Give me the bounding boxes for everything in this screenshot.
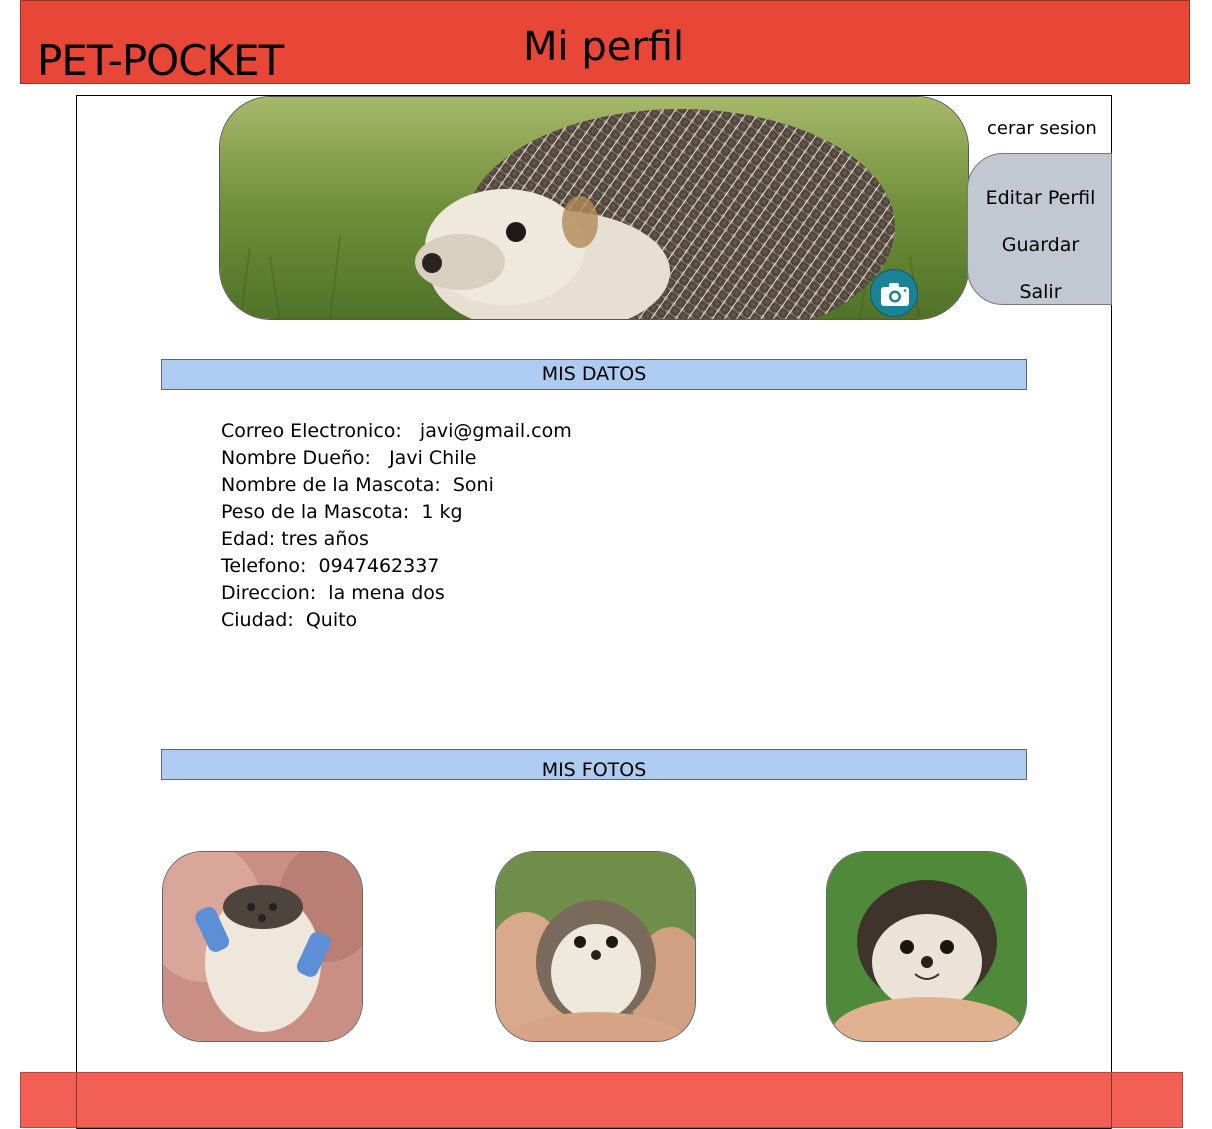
exit-button[interactable]: Salir: [968, 281, 1113, 303]
hedgehog-photo-3: [827, 852, 1026, 1041]
camera-icon: [881, 283, 909, 306]
profile-details-list: Correo Electronico: javi@gmail.com Nombr…: [221, 418, 572, 634]
profile-actions-menu: Editar Perfil Guardar Salir: [967, 153, 1112, 305]
detail-pet-weight: Peso de la Mascota: 1 kg: [221, 501, 463, 523]
profile-panel: cerar sesion Editar Perfil Guardar Salir…: [76, 95, 1112, 1129]
hedgehog-photo-2: [496, 852, 695, 1041]
pet-photo-3[interactable]: [826, 851, 1027, 1042]
page-title: Mi perfil: [523, 24, 685, 70]
my-data-section-header: MIS DATOS: [161, 359, 1027, 390]
change-photo-button[interactable]: [870, 269, 918, 317]
hedgehog-banner-image: [220, 97, 968, 319]
app-header: PET-POCKET Mi perfil: [20, 0, 1190, 85]
detail-pet-name: Nombre de la Mascota: Soni: [221, 474, 494, 496]
save-button[interactable]: Guardar: [968, 234, 1113, 256]
pet-photo-2[interactable]: [495, 851, 696, 1042]
detail-phone: Telefono: 0947462337: [221, 555, 440, 577]
my-photos-section-header: MIS FOTOS: [161, 749, 1027, 780]
hedgehog-photo-1: [163, 852, 362, 1041]
app-footer: [20, 1072, 1183, 1129]
footer-divider-left: [76, 1073, 77, 1129]
detail-owner-name: Nombre Dueño: Javi Chile: [221, 447, 477, 469]
edit-profile-button[interactable]: Editar Perfil: [968, 187, 1113, 209]
footer-divider-right: [1111, 1073, 1112, 1129]
detail-city: Ciudad: Quito: [221, 609, 358, 631]
brand-logo-text: PET-POCKET: [37, 36, 284, 85]
detail-age: Edad: tres años: [221, 528, 369, 550]
detail-email: Correo Electronico: javi@gmail.com: [221, 420, 572, 442]
detail-address: Direccion: la mena dos: [221, 582, 445, 604]
logout-link[interactable]: cerar sesion: [987, 118, 1097, 139]
pet-photo-1[interactable]: [162, 851, 363, 1042]
profile-banner-photo: [219, 96, 969, 320]
